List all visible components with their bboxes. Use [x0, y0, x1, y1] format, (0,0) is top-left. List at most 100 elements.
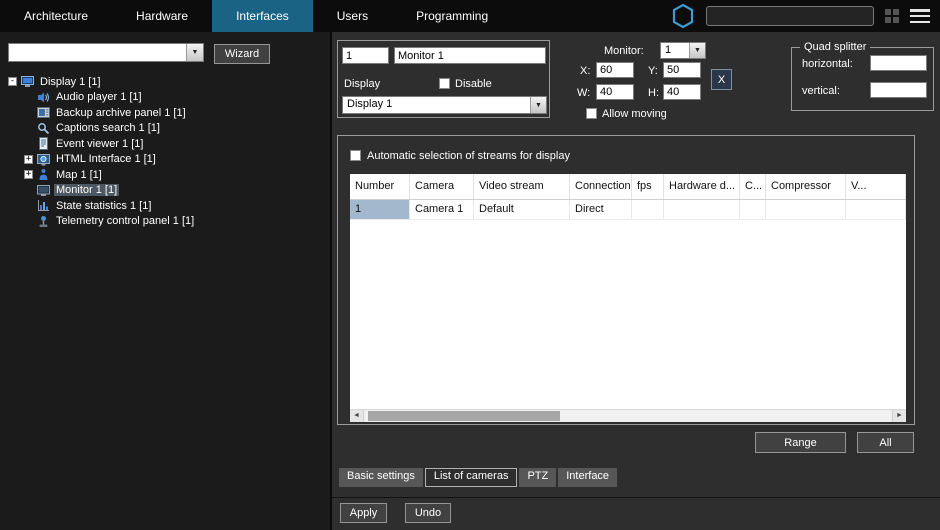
y-field[interactable] [663, 62, 701, 78]
monitor-icon [37, 184, 50, 197]
tree-item-event-viewer[interactable]: Event viewer 1 [1] [0, 136, 330, 152]
cell-v[interactable] [846, 200, 906, 219]
column-header-v[interactable]: V... [846, 174, 906, 199]
combobox-value [9, 44, 186, 61]
scroll-right-arrow-icon[interactable]: ► [892, 410, 906, 422]
chevron-down-icon[interactable]: ▼ [186, 44, 203, 61]
allow-moving-label: Allow moving [602, 108, 667, 120]
undo-button[interactable]: Undo [405, 503, 451, 523]
column-header-camera[interactable]: Camera [410, 174, 474, 199]
tree-item-backup-archive-panel[interactable]: Backup archive panel 1 [1] [0, 105, 330, 121]
tree-item-state-statistics[interactable]: State statistics 1 [1] [0, 198, 330, 214]
cell-compressor[interactable] [766, 200, 846, 219]
scrollbar-thumb[interactable] [368, 411, 560, 421]
tree-item-monitor[interactable]: Monitor 1 [1] [0, 183, 330, 199]
collapse-expander-icon[interactable]: - [8, 77, 17, 86]
vertical-field[interactable] [870, 82, 927, 98]
topbar-right-controls [671, 0, 940, 32]
display-select-value: Display 1 [343, 97, 530, 113]
tab-basic-settings[interactable]: Basic settings [339, 468, 423, 487]
captions-search-icon [37, 122, 50, 135]
all-button[interactable]: All [857, 432, 914, 453]
tab-users[interactable]: Users [313, 0, 392, 32]
tree-item-label: Captions search 1 [1] [54, 122, 162, 134]
tree-item-label: Display 1 [1] [38, 76, 103, 88]
display-label: Display [344, 78, 380, 90]
tree-item-label: Event viewer 1 [1] [54, 138, 145, 150]
object-tree: - Display 1 [1] Audio player 1 [1] Backu… [0, 74, 330, 229]
tab-programming[interactable]: Programming [392, 0, 512, 32]
telemetry-icon [37, 215, 50, 228]
backup-archive-icon [37, 106, 50, 119]
object-name-field[interactable] [394, 47, 546, 64]
tab-hardware[interactable]: Hardware [112, 0, 212, 32]
state-statistics-icon [37, 199, 50, 212]
horizontal-field[interactable] [870, 55, 927, 71]
h-label: H: [648, 87, 659, 99]
wizard-button[interactable]: Wizard [214, 44, 270, 64]
tree-item-captions-search[interactable]: Captions search 1 [1] [0, 121, 330, 137]
monitor-number-select[interactable]: 1 ▼ [660, 42, 706, 59]
tree-item-html-interface[interactable]: + HTML Interface 1 [1] [0, 152, 330, 168]
tab-ptz[interactable]: PTZ [519, 468, 556, 487]
cell-hardware[interactable] [664, 200, 740, 219]
hamburger-menu-icon[interactable] [910, 9, 930, 23]
tree-item-label-selected: Monitor 1 [1] [54, 184, 119, 196]
cell-number[interactable]: 1 [350, 200, 410, 219]
map-icon [37, 168, 50, 181]
column-header-video-stream[interactable]: Video stream [474, 174, 570, 199]
w-label: W: [577, 87, 590, 99]
column-header-fps[interactable]: fps [632, 174, 664, 199]
grid-view-icon[interactable] [885, 9, 899, 23]
search-input[interactable] [706, 6, 874, 26]
tree-item-audio-player[interactable]: Audio player 1 [1] [0, 90, 330, 106]
audio-player-icon [37, 91, 50, 104]
display-icon [21, 75, 34, 88]
tree-item-map[interactable]: + Map 1 [1] [0, 167, 330, 183]
cell-fps[interactable] [632, 200, 664, 219]
tab-architecture[interactable]: Architecture [0, 0, 112, 32]
column-header-hardware[interactable]: Hardware d... [664, 174, 740, 199]
object-filter-combobox[interactable]: ▼ [8, 43, 204, 62]
expand-expander-icon[interactable]: + [24, 170, 33, 179]
range-button[interactable]: Range [755, 432, 846, 453]
table-header-row: Number Camera Video stream Connection fp… [350, 174, 906, 200]
cell-camera[interactable]: Camera 1 [410, 200, 474, 219]
tree-item-display[interactable]: - Display 1 [1] [0, 74, 330, 90]
chevron-down-icon[interactable]: ▼ [689, 43, 705, 58]
w-field[interactable] [596, 84, 634, 100]
chevron-down-icon[interactable]: ▼ [530, 97, 546, 113]
quad-splitter-title: Quad splitter [800, 41, 870, 53]
object-id-field[interactable] [342, 47, 389, 64]
close-monitor-button[interactable]: X [711, 69, 732, 90]
cell-c[interactable] [740, 200, 766, 219]
settings-panel: Display Disable Display 1 ▼ Monitor: 1 ▼… [330, 32, 940, 530]
cell-video-stream[interactable]: Default [474, 200, 570, 219]
tree-item-telemetry-control-panel[interactable]: Telemetry control panel 1 [1] [0, 214, 330, 230]
cell-connection[interactable]: Direct [570, 200, 632, 219]
disable-label: Disable [455, 78, 492, 90]
tab-interface[interactable]: Interface [558, 468, 617, 487]
tab-interfaces[interactable]: Interfaces [212, 0, 313, 32]
display-select[interactable]: Display 1 ▼ [342, 96, 547, 114]
app-window: Architecture Hardware Interfaces Users P… [0, 0, 940, 530]
auto-streams-checkbox[interactable] [350, 150, 361, 161]
tree-item-label: HTML Interface 1 [1] [54, 153, 158, 165]
x-field[interactable] [596, 62, 634, 78]
tab-list-of-cameras[interactable]: List of cameras [425, 468, 518, 487]
logo-hexagon-icon [671, 3, 695, 29]
h-field[interactable] [663, 84, 701, 100]
disable-checkbox[interactable] [439, 78, 450, 89]
horizontal-scrollbar[interactable]: ◄ ► [350, 409, 906, 422]
expand-expander-icon[interactable]: + [24, 155, 33, 164]
top-navigation: Architecture Hardware Interfaces Users P… [0, 0, 940, 32]
scroll-left-arrow-icon[interactable]: ◄ [350, 410, 364, 422]
allow-moving-checkbox[interactable] [586, 108, 597, 119]
column-header-connection[interactable]: Connection [570, 174, 632, 199]
column-header-number[interactable]: Number [350, 174, 410, 199]
monitor-number-value: 1 [661, 43, 689, 58]
table-row[interactable]: 1 Camera 1 Default Direct [350, 200, 906, 220]
apply-button[interactable]: Apply [340, 503, 387, 523]
column-header-compressor[interactable]: Compressor [766, 174, 846, 199]
column-header-c[interactable]: C... [740, 174, 766, 199]
